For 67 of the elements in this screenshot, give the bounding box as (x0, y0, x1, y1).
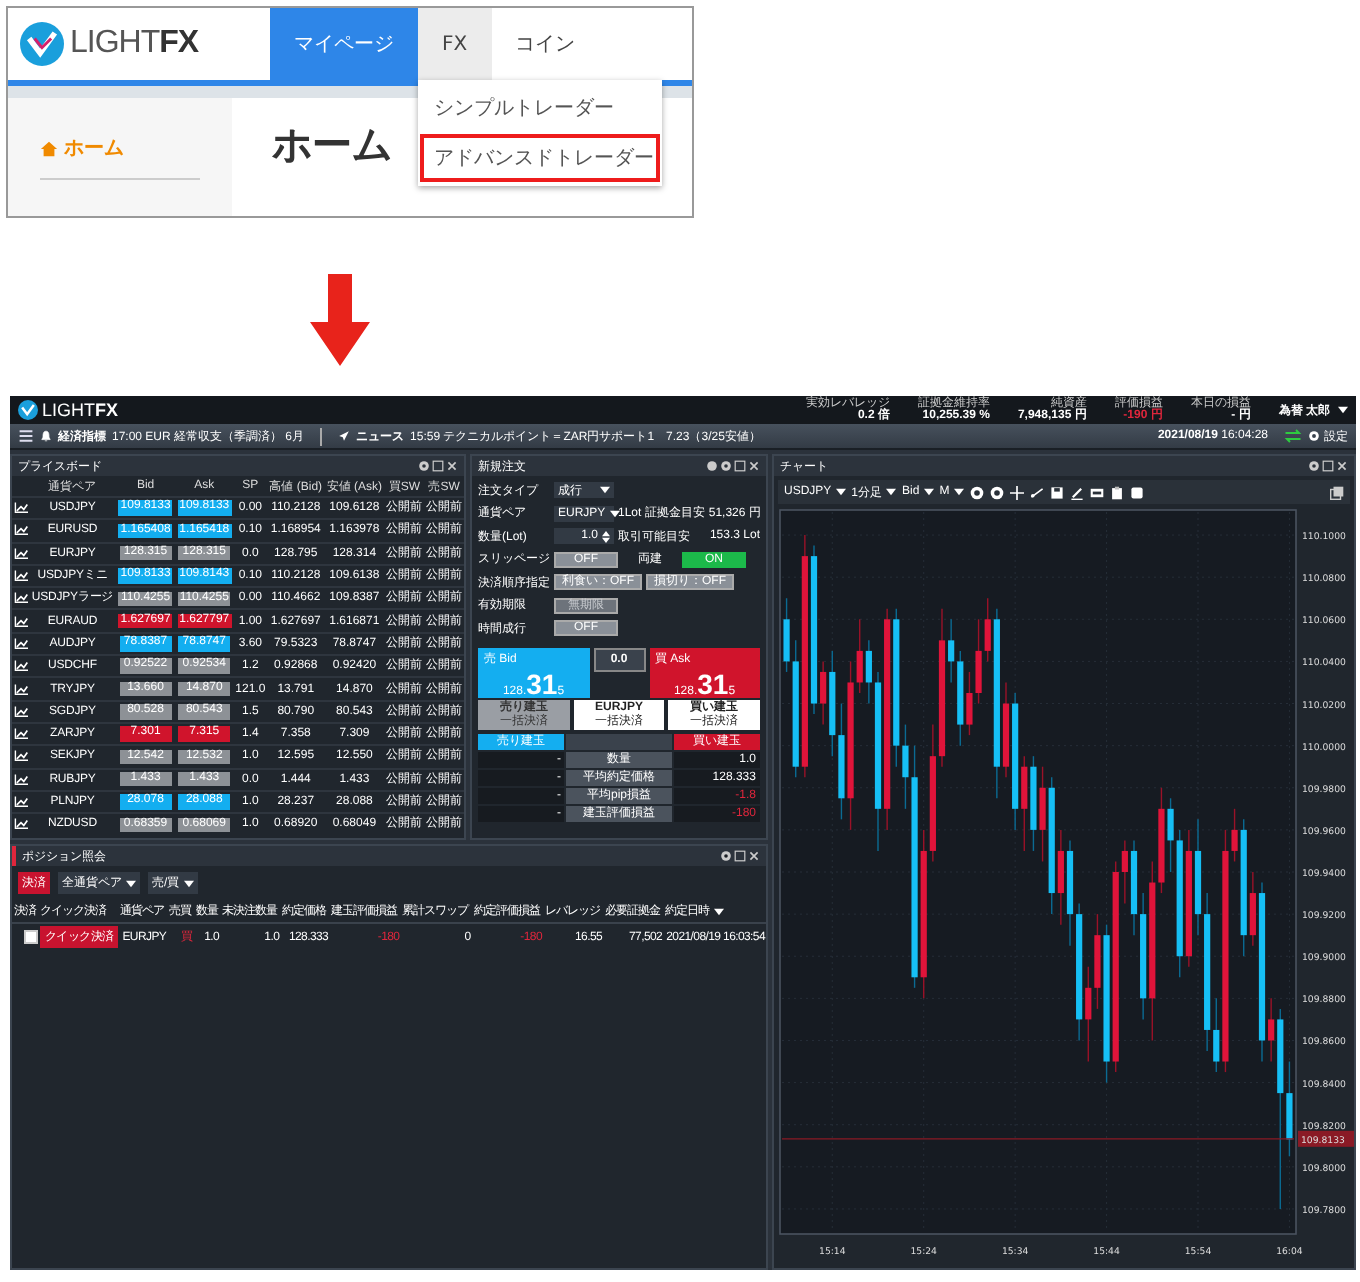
caret-icon (713, 907, 724, 915)
close-icon[interactable] (1336, 460, 1348, 472)
caret-icon (923, 488, 934, 496)
zoom-out-icon[interactable] (989, 485, 1004, 499)
chart-icon[interactable] (13, 547, 27, 560)
caret-icon (1338, 406, 1348, 414)
transfer-arrows-icon[interactable] (1284, 428, 1302, 444)
caret-icon (609, 509, 620, 517)
square-icon[interactable] (1129, 485, 1144, 499)
logo-text: LIGHTFX (70, 26, 199, 62)
chart-icon[interactable] (13, 773, 27, 786)
nav-tab[interactable]: FX (418, 8, 492, 80)
maximize-icon[interactable] (734, 850, 746, 862)
close-icon[interactable] (748, 460, 760, 472)
chart-icon[interactable] (13, 637, 27, 650)
chart-icon[interactable] (13, 818, 27, 831)
logo-text: LIGHTFX (42, 400, 119, 420)
chart-icon[interactable] (13, 615, 27, 628)
trend-line-icon[interactable] (1029, 485, 1044, 499)
window-icon[interactable] (1089, 485, 1104, 499)
chart-icon[interactable] (13, 750, 27, 763)
caret-icon (886, 488, 897, 496)
chart-icon[interactable] (13, 683, 27, 696)
bell-icon (40, 430, 52, 442)
caret-icon (183, 879, 194, 887)
menu-item[interactable]: シンプルトレーダー (420, 84, 660, 132)
settings-icon[interactable] (720, 460, 732, 472)
gear-icon (1308, 430, 1320, 442)
chart-icon[interactable] (13, 705, 27, 718)
home-icon (40, 139, 58, 157)
maximize-icon[interactable] (734, 460, 746, 472)
summary-header (566, 733, 672, 749)
logo-icon (20, 22, 64, 66)
close-icon[interactable] (748, 850, 760, 862)
maximize-icon[interactable] (1322, 460, 1334, 472)
caret-icon (600, 486, 610, 494)
chart-icon[interactable] (13, 728, 27, 741)
menu-icon[interactable] (18, 428, 34, 444)
settings-icon[interactable] (720, 850, 732, 862)
zoom-in-icon[interactable] (969, 485, 984, 499)
pen-icon[interactable] (1069, 485, 1084, 499)
settings-icon[interactable] (1308, 460, 1320, 472)
chart-icon[interactable] (13, 592, 27, 605)
checkbox[interactable] (23, 929, 38, 944)
close-icon[interactable] (446, 460, 458, 472)
caret-icon (126, 879, 136, 887)
settings-icon[interactable] (418, 460, 430, 472)
caret-icon (953, 488, 964, 496)
clipboard-icon[interactable] (1109, 485, 1124, 499)
save-icon[interactable] (1049, 485, 1064, 499)
chart-icon[interactable] (13, 796, 27, 808)
logo-icon (18, 400, 38, 420)
menu-item[interactable]: アドバンスドトレーダー (420, 134, 660, 182)
popout-icon[interactable] (1330, 485, 1344, 499)
help-icon[interactable] (706, 460, 718, 472)
down-arrow-icon (310, 274, 370, 366)
paper-plane-icon (338, 430, 351, 442)
crosshair-icon[interactable] (1009, 485, 1024, 499)
stepper-icon (602, 529, 610, 543)
chart-icon[interactable] (13, 502, 27, 515)
chart-icon[interactable] (13, 570, 27, 583)
maximize-icon[interactable] (432, 460, 444, 472)
page-heading: ホーム (272, 118, 392, 172)
nav-tab[interactable]: マイページ (270, 8, 418, 80)
chart-icon[interactable] (13, 660, 27, 673)
caret-icon (835, 488, 846, 496)
chart-icon[interactable] (13, 524, 27, 537)
